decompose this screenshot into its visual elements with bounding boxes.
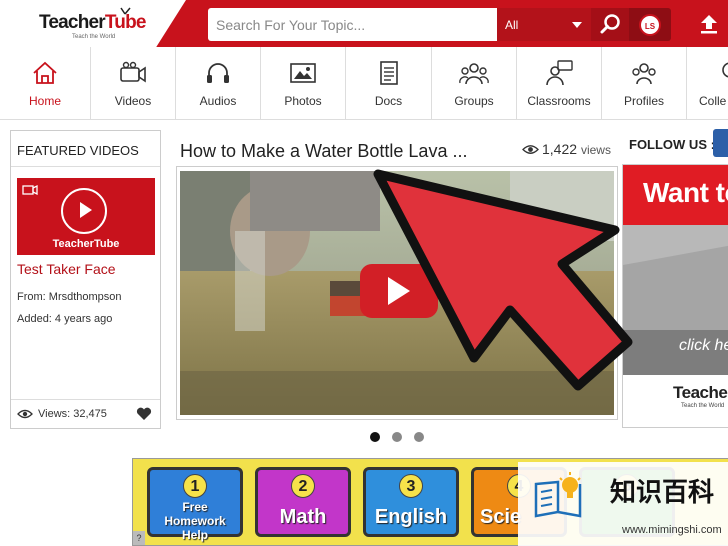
ad-brand: Teache (673, 383, 728, 402)
watermark-url: www.mimingshi.com (622, 524, 722, 536)
tv-antenna-icon (120, 7, 131, 15)
heart-icon[interactable] (136, 407, 152, 421)
nav-label: Photos (284, 94, 322, 108)
video-camera-icon (22, 184, 38, 195)
banner-tile-homework-help[interactable]: 1 Free Homework Help (147, 467, 243, 542)
featured-video-author: From: Mrsdthompson (17, 291, 122, 303)
search-button[interactable] (591, 8, 629, 41)
play-icon (388, 277, 410, 305)
home-icon (33, 61, 57, 84)
nav-item-classrooms[interactable]: Classrooms (517, 47, 602, 120)
watermark: 知识百科 www.mimingshi.com (518, 462, 728, 546)
document-icon (379, 61, 398, 85)
play-button[interactable] (360, 264, 438, 318)
nav-item-profiles[interactable]: Profiles (602, 47, 687, 120)
ad-cta[interactable]: click he (679, 337, 728, 355)
featured-video-thumbnail[interactable]: TeacherTube (17, 178, 155, 255)
nav-label: Home (28, 94, 61, 108)
user-avatar-button[interactable]: LS (629, 8, 671, 41)
video-title[interactable]: How to Make a Water Bottle Lava ... (180, 141, 467, 162)
profiles-icon (632, 63, 656, 85)
headphones-icon (207, 63, 229, 83)
ad-tagline: Teach the World (681, 403, 725, 409)
nav-item-home[interactable]: Home (0, 47, 91, 120)
facebook-icon[interactable] (713, 129, 728, 157)
nav-item-docs[interactable]: Docs (346, 47, 432, 120)
nav-item-audios[interactable]: Audios (176, 47, 261, 120)
follow-us-label: FOLLOW US : (629, 137, 715, 152)
collections-icon (721, 62, 728, 78)
avatar-initials: LS (639, 14, 661, 36)
nav-item-groups[interactable]: Groups (432, 47, 517, 120)
header-bar: TeacherTube Teach the World All LS (0, 0, 728, 47)
nav-label: Audios (199, 94, 237, 108)
group-icon (459, 63, 489, 85)
nav-label: Colle (699, 94, 727, 108)
nav-label: Classrooms (527, 94, 591, 108)
photo-icon (290, 63, 316, 83)
video-player[interactable] (180, 171, 614, 415)
featured-video-title-link[interactable]: Test Taker Face (17, 261, 116, 277)
page: TeacherTube Teach the World All LS (0, 0, 728, 546)
search-filter-select[interactable]: All (497, 8, 591, 41)
book-lightbulb-logo-icon (534, 472, 582, 518)
view-count-value: 1,422 (542, 141, 578, 157)
filter-selected-value: All (505, 18, 519, 32)
carousel-dots (368, 432, 428, 444)
tile-number: 2 (291, 474, 315, 498)
eye-icon (17, 409, 33, 419)
caret-down-icon (572, 22, 582, 28)
upload-icon[interactable] (697, 12, 721, 36)
nav-item-photos[interactable]: Photos (261, 47, 346, 120)
ad-image: click he (623, 225, 728, 375)
nav-label: Groups (454, 94, 494, 108)
tile-number: 1 (183, 474, 207, 498)
logo-tagline: Teach the World (72, 34, 116, 40)
featured-footer: Views: 32,475 (11, 399, 160, 429)
ad-header: Want to (623, 165, 728, 225)
logo-text-part1: Teacher (39, 12, 106, 33)
watermark-chinese-text: 知识百科 (610, 477, 715, 507)
search-input[interactable] (208, 8, 498, 41)
banner-tile-english[interactable]: 3 English (363, 467, 459, 537)
tile-label: Free Homework Help (164, 500, 226, 542)
search-icon (600, 14, 620, 34)
banner-tile-math[interactable]: 2 Math (255, 467, 351, 537)
featured-video-added: Added: 4 years ago (17, 313, 113, 325)
video-camera-icon (120, 61, 146, 83)
video-carousel-frame (176, 166, 618, 420)
thumbnail-brand: TeacherTube (52, 238, 120, 250)
featured-views: Views: 32,475 (38, 408, 107, 420)
ad-panel[interactable]: Want to click he Teache Teach the World (622, 164, 728, 428)
video-view-count: 1,422 views (542, 141, 611, 157)
nav-label: Profiles (623, 94, 664, 108)
nav-item-collections[interactable]: Colle (687, 47, 728, 120)
nav-item-videos[interactable]: Videos (91, 47, 176, 120)
tile-label: English (374, 506, 448, 528)
nav-label: Videos (114, 94, 152, 108)
tile-number: 3 (399, 474, 423, 498)
logo-link[interactable]: TeacherTube Teach the World (0, 0, 186, 47)
featured-videos-panel: FEATURED VIDEOS TeacherTube Test Taker F… (10, 130, 161, 429)
carousel-dot[interactable] (370, 432, 380, 442)
info-icon[interactable]: ? (133, 531, 145, 545)
carousel-dot[interactable] (392, 432, 402, 442)
main-nav: Home Videos Audios Photos Docs Groups Cl… (0, 47, 728, 120)
carousel-dot[interactable] (414, 432, 424, 442)
play-icon (80, 202, 92, 218)
nav-label: Docs (374, 94, 403, 108)
classroom-icon (546, 60, 573, 86)
eye-icon (522, 145, 539, 154)
ad-headline: Want to (643, 177, 728, 208)
divider (11, 166, 160, 167)
featured-title: FEATURED VIDEOS (17, 143, 139, 158)
view-count-unit: views (580, 143, 611, 157)
tile-label: Math (279, 506, 327, 528)
